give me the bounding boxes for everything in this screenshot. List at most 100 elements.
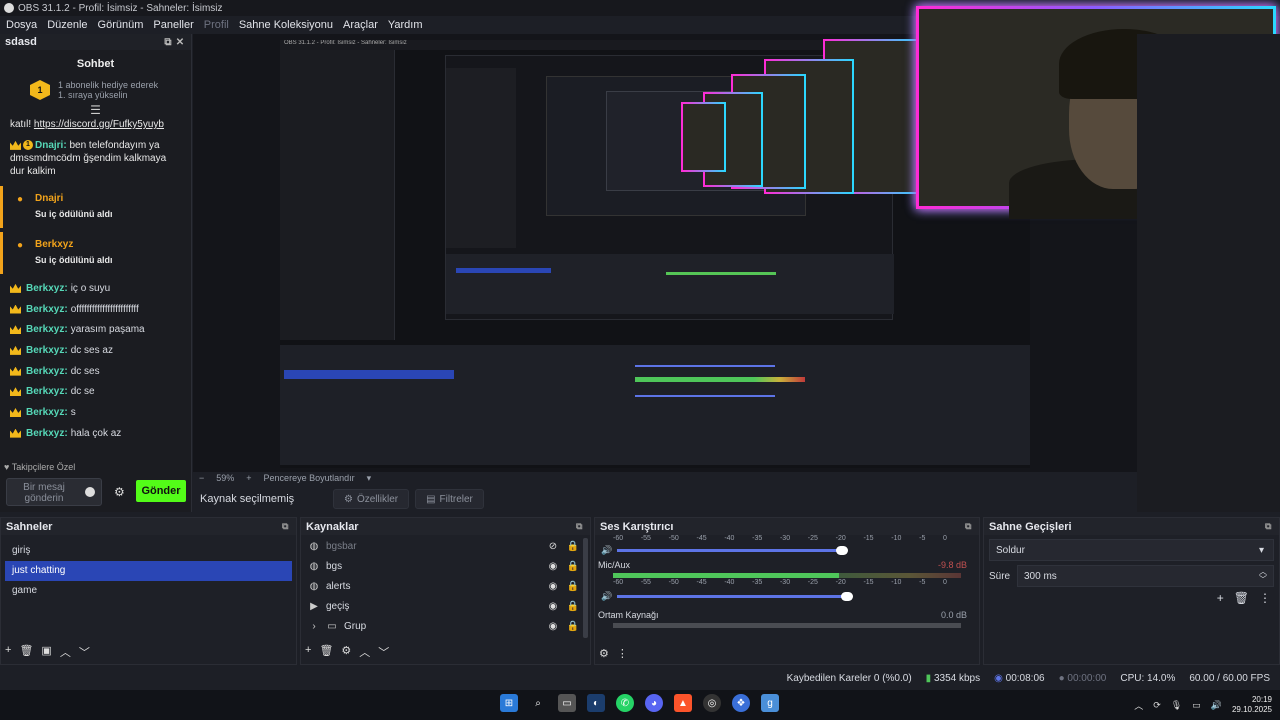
- gear-icon[interactable]: ⚙: [341, 644, 351, 660]
- add-icon[interactable]: +: [5, 644, 11, 660]
- scene-item[interactable]: game: [5, 581, 292, 601]
- chat-username[interactable]: Berkxyz:: [26, 283, 68, 294]
- source-item[interactable]: ◍ alerts ◉ 🔒: [301, 576, 580, 596]
- whatsapp-icon[interactable]: ✆: [616, 694, 634, 712]
- scene-item-selected[interactable]: just chatting: [5, 561, 292, 581]
- float-icon[interactable]: ⧉: [1265, 521, 1279, 532]
- trash-icon[interactable]: 🗑: [319, 644, 333, 660]
- chat-username[interactable]: Berkxyz:: [26, 345, 68, 356]
- mixer-channel: Mic/Aux -9.8 dB: [598, 560, 967, 570]
- search-icon[interactable]: ⌕: [529, 694, 547, 712]
- menu-araclar[interactable]: Araçlar: [343, 19, 378, 31]
- float-icon[interactable]: ⧉: [576, 521, 590, 532]
- filters-button[interactable]: ▤ Filtreler: [415, 489, 484, 509]
- lock-icon[interactable]: 🔒: [566, 561, 580, 572]
- obs-icon[interactable]: ◎: [703, 694, 721, 712]
- source-item[interactable]: ◍ bgs ◉ 🔒: [301, 556, 580, 576]
- task-view-icon[interactable]: ▭: [558, 694, 576, 712]
- lock-icon[interactable]: 🔒: [566, 581, 580, 592]
- filters-icon[interactable]: ▣: [41, 644, 51, 660]
- status-bar: Kaybedilen Kareler 0 (%0.0) ▮ 3354 kbps …: [0, 668, 1280, 689]
- lock-icon[interactable]: 🔒: [566, 601, 580, 612]
- menu-paneller[interactable]: Paneller: [153, 19, 193, 31]
- start-icon[interactable]: ⊞: [500, 694, 518, 712]
- float-icon[interactable]: ⧉: [282, 521, 296, 532]
- chat-username[interactable]: Berkxyz:: [26, 324, 68, 335]
- scrollbar[interactable]: [583, 538, 588, 638]
- float-icon[interactable]: ⧉: [162, 37, 174, 48]
- volume-slider[interactable]: [617, 546, 848, 555]
- menu-duzenle[interactable]: Düzenle: [47, 19, 87, 31]
- menu-sahne-koleksiyonu[interactable]: Sahne Koleksiyonu: [239, 19, 333, 31]
- chat-username[interactable]: Berkxyz:: [26, 428, 68, 439]
- source-item[interactable]: ▶ geçiş ◉ 🔒: [301, 596, 580, 616]
- add-icon[interactable]: +: [305, 644, 311, 660]
- chat-message-input[interactable]: Bir mesaj gönderin: [6, 478, 102, 506]
- eye-icon[interactable]: ◉: [546, 561, 560, 572]
- eye-icon[interactable]: ◉: [546, 581, 560, 592]
- mic-icon[interactable]: 🎙: [1171, 700, 1182, 711]
- scene-item[interactable]: giriş: [5, 541, 292, 561]
- trash-icon[interactable]: 🗑: [1234, 591, 1249, 605]
- chat-username[interactable]: Berkxyz:: [26, 366, 68, 377]
- up-icon[interactable]: ︿: [60, 644, 71, 660]
- up-icon[interactable]: ︿: [359, 644, 370, 660]
- speaker-icon[interactable]: 🔊: [595, 545, 612, 556]
- menu-dosya[interactable]: Dosya: [6, 19, 37, 31]
- chat-username[interactable]: Berkxyz:: [26, 386, 68, 397]
- brave-icon[interactable]: ▲: [674, 694, 692, 712]
- chevron-down-icon[interactable]: ▾: [367, 473, 372, 484]
- volume-icon[interactable]: 🔊: [1211, 700, 1222, 711]
- duration-stepper[interactable]: 300 ms ︿ ﹀: [1017, 565, 1274, 587]
- network-icon[interactable]: ▭: [1192, 700, 1201, 711]
- clock[interactable]: 20:19 29.10.2025: [1232, 695, 1272, 715]
- source-group[interactable]: › ▭ Grup ◉ 🔒: [301, 616, 580, 636]
- eye-hidden-icon[interactable]: ⊘: [546, 541, 560, 552]
- menu-profil[interactable]: Profil: [204, 19, 229, 31]
- sync-icon[interactable]: ⟳: [1153, 700, 1161, 711]
- gift-banner[interactable]: 1 1 abonelik hediye ederek 1. sıraya yük…: [0, 70, 191, 106]
- chevron-down-icon: ▾: [1259, 544, 1265, 556]
- add-icon[interactable]: +: [1217, 591, 1224, 605]
- close-icon[interactable]: ✕: [174, 37, 186, 48]
- emoji-icon[interactable]: [85, 487, 95, 497]
- chat-username[interactable]: Berkxyz:: [26, 304, 68, 315]
- send-button[interactable]: Gönder: [136, 480, 186, 502]
- source-item[interactable]: ◍ bgsbar ⊘ 🔒: [301, 536, 580, 556]
- down-icon[interactable]: ﹀: [79, 644, 90, 660]
- stepper-arrows-icon[interactable]: ︿ ﹀: [1259, 568, 1273, 584]
- menu-gorunum[interactable]: Görünüm: [98, 19, 144, 31]
- trash-icon[interactable]: 🗑: [19, 644, 33, 660]
- app-icon[interactable]: ❖: [732, 694, 750, 712]
- mixer-settings-icon[interactable]: ⚙: [599, 647, 609, 660]
- zoom-in-icon[interactable]: +: [246, 473, 251, 483]
- discord-icon[interactable]: ◕: [645, 694, 663, 712]
- eye-icon[interactable]: ◉: [546, 601, 560, 612]
- chat-dock-header: sdasd ⧉ ✕: [0, 34, 191, 50]
- expand-arrow-icon[interactable]: ›: [308, 621, 320, 632]
- zoom-out-icon[interactable]: −: [199, 473, 204, 483]
- more-icon[interactable]: ⋮: [1259, 591, 1271, 605]
- eye-icon[interactable]: ◉: [546, 621, 560, 632]
- menu-yardim[interactable]: Yardım: [388, 19, 423, 31]
- fps: 60.00 / 60.00 FPS: [1189, 673, 1270, 684]
- more-icon[interactable]: ⋮: [617, 647, 628, 660]
- system-tray: ︿ ⟳ 🎙 ▭ 🔊 20:19 29.10.2025: [1134, 695, 1272, 715]
- lock-icon[interactable]: 🔒: [566, 621, 580, 632]
- speaker-icon[interactable]: 🔊: [595, 591, 612, 602]
- chat-username[interactable]: Dnajri:: [35, 140, 67, 151]
- steam-icon[interactable]: ◐: [587, 694, 605, 712]
- properties-button[interactable]: ⚙ Özellikler: [333, 489, 410, 509]
- chat-settings-icon[interactable]: ⚙: [114, 485, 125, 499]
- lock-icon[interactable]: 🔒: [566, 541, 580, 552]
- g-app-icon[interactable]: g: [761, 694, 779, 712]
- float-icon[interactable]: ⧉: [965, 521, 979, 532]
- drawer-handle-icon[interactable]: ☰: [0, 104, 191, 116]
- down-icon[interactable]: ﹀: [378, 644, 389, 660]
- chat-username[interactable]: Berkxyz:: [26, 407, 68, 418]
- discord-link[interactable]: https://discord.gg/Fufky5yuyb: [34, 119, 164, 130]
- zoom-mode[interactable]: Pencereye Boyutlandır: [264, 473, 355, 483]
- transition-select[interactable]: Soldur ▾: [989, 539, 1274, 561]
- chevron-up-icon[interactable]: ︿: [1134, 699, 1143, 712]
- volume-slider[interactable]: [617, 592, 853, 601]
